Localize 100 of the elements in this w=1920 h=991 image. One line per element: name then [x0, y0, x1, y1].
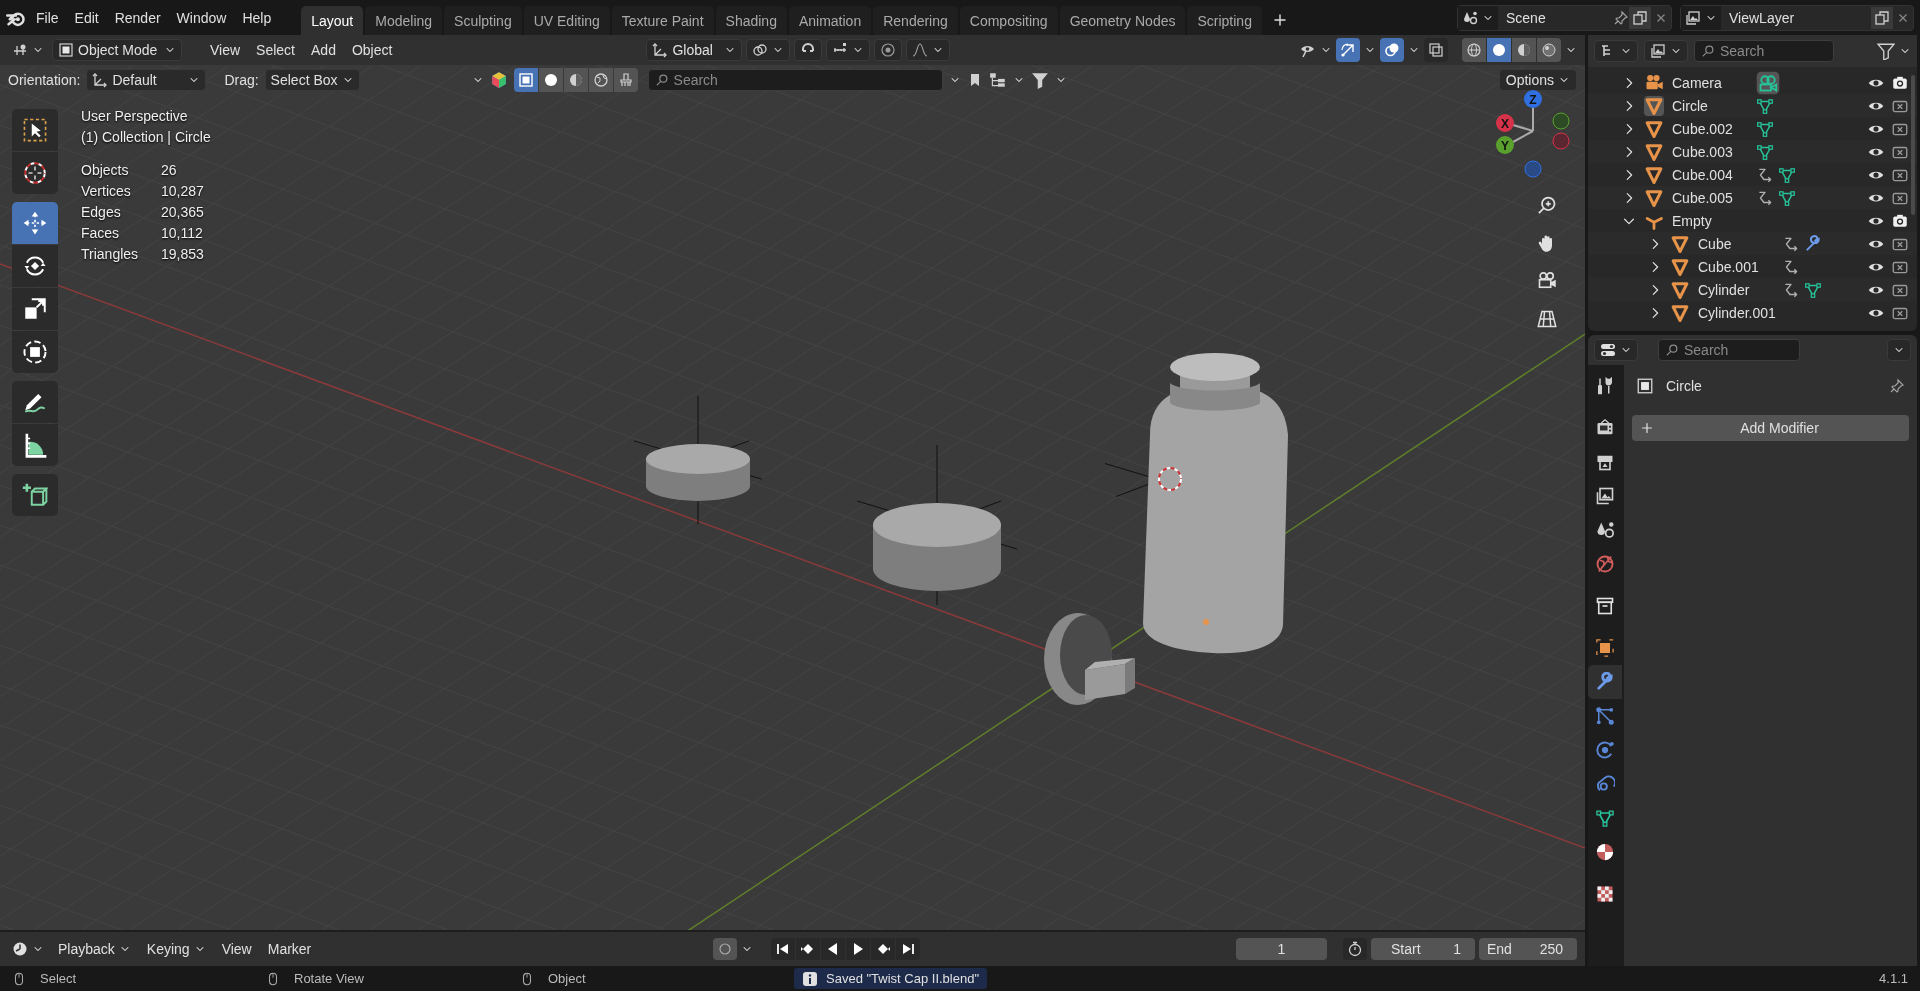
filter-dropdown[interactable]	[1644, 40, 1688, 62]
tool-button[interactable]	[12, 288, 58, 330]
gizmo-toggle[interactable]	[1336, 38, 1360, 62]
menu-item[interactable]: Object	[345, 39, 399, 61]
drag-dropdown[interactable]: Select Box	[264, 69, 360, 91]
pivot-dropdown[interactable]	[746, 39, 791, 61]
outliner-item[interactable]: Empty	[1672, 212, 1750, 229]
outliner-item[interactable]: Cylinder	[1698, 281, 1776, 298]
workspace-tab[interactable]: Layout	[301, 6, 364, 35]
outliner-item[interactable]: Camera	[1672, 74, 1750, 91]
shading-button[interactable]	[1537, 38, 1561, 62]
select-mode-button[interactable]	[563, 68, 588, 92]
jump-start-button[interactable]	[771, 938, 796, 960]
axis-handle[interactable]	[1524, 160, 1542, 178]
outliner-item[interactable]: Cylinder.001	[1698, 304, 1776, 321]
archive-box-icon	[1595, 596, 1615, 616]
filter-icon[interactable]	[1030, 71, 1049, 89]
search-field[interactable]: Search	[647, 69, 943, 91]
overlay-toggle[interactable]	[1380, 38, 1404, 62]
proportional-toggle[interactable]	[874, 39, 903, 61]
outliner-item[interactable]: Circle	[1672, 97, 1750, 114]
material-sphere-icon	[1595, 842, 1615, 862]
next-keyframe-button[interactable]	[871, 938, 896, 960]
menu-item[interactable]: View	[204, 39, 247, 61]
status-message: Saved "Twist Cap II.blend"	[794, 968, 988, 989]
falloff-dropdown[interactable]	[906, 39, 951, 61]
workspace-tab[interactable]: Animation	[788, 6, 872, 35]
tool-button[interactable]	[12, 474, 58, 516]
stopwatch-button[interactable]	[1343, 938, 1367, 960]
tool-button[interactable]	[12, 109, 58, 151]
orientation-dropdown[interactable]: Global	[646, 39, 743, 61]
workspace-tab[interactable]: UV Editing	[523, 6, 610, 35]
orientation-dropdown[interactable]: Default	[86, 69, 207, 91]
pin-icon[interactable]	[1889, 378, 1905, 394]
xray-toggle[interactable]	[1424, 38, 1448, 62]
tool-button[interactable]	[12, 381, 58, 423]
options-dropdown[interactable]: Options	[1498, 69, 1577, 91]
workspace-tab[interactable]: Shading	[715, 6, 787, 35]
axis-handle[interactable]	[1552, 132, 1570, 150]
menu-item[interactable]: Select	[250, 39, 301, 61]
snap-toggle[interactable]	[794, 39, 823, 61]
axis-button[interactable]: X	[1496, 114, 1514, 132]
shading-button[interactable]	[1487, 38, 1511, 62]
filter-button[interactable]	[1877, 42, 1911, 60]
workspace-tab[interactable]: Modeling	[365, 6, 443, 35]
select-mode-button[interactable]	[513, 68, 538, 92]
menu-item[interactable]: Render	[108, 6, 167, 29]
select-mode-button[interactable]	[613, 68, 638, 92]
end-frame-field[interactable]: End 250	[1479, 938, 1577, 960]
editor-type-button[interactable]	[1594, 339, 1638, 361]
search-field[interactable]: Search	[1658, 339, 1800, 361]
outliner-item[interactable]: Cube	[1698, 235, 1776, 252]
shading-button[interactable]	[1462, 38, 1486, 62]
menu-item[interactable]: File	[30, 6, 65, 29]
tool-button[interactable]	[12, 152, 58, 194]
menu-item[interactable]: Help	[236, 6, 278, 29]
workspace-tab[interactable]: Rendering	[873, 6, 958, 35]
workspace-tab[interactable]: Scripting	[1187, 6, 1262, 35]
menu-item[interactable]: Edit	[68, 6, 105, 29]
jump-end-button[interactable]	[896, 938, 921, 960]
outliner-item[interactable]: Cube.001	[1698, 258, 1776, 275]
axis-button[interactable]: Y	[1496, 136, 1514, 154]
menu-item[interactable]: Marker	[261, 938, 318, 960]
tool-button[interactable]	[12, 245, 58, 287]
menu-item[interactable]: Window	[170, 6, 233, 29]
tool-button[interactable]	[12, 424, 58, 466]
play-button[interactable]	[846, 938, 871, 960]
search-field[interactable]: Search	[1694, 40, 1834, 62]
workspace-tab[interactable]: Texture Paint	[611, 6, 714, 35]
select-mode-button[interactable]	[538, 68, 563, 92]
add-modifier-button[interactable]: Add Modifier	[1632, 415, 1909, 441]
menu-item[interactable]: Playback	[52, 938, 137, 960]
outliner-item[interactable]: Cube.002	[1672, 120, 1750, 137]
outliner-item[interactable]: Cube.003	[1672, 143, 1750, 160]
axis-handle[interactable]	[1552, 112, 1570, 130]
play-reverse-button[interactable]	[821, 938, 846, 960]
select-mode-button[interactable]	[588, 68, 613, 92]
colored-cube-icon[interactable]	[489, 71, 508, 89]
mode-dropdown[interactable]: Object Mode	[52, 39, 182, 61]
object-name: Circle	[1666, 378, 1703, 394]
previous-keyframe-button[interactable]	[796, 938, 821, 960]
current-frame-field[interactable]: 1	[1236, 938, 1327, 960]
workspace-tab[interactable]: Compositing	[959, 6, 1058, 35]
outliner-item[interactable]: Cube.004	[1672, 166, 1750, 183]
hierarchy-icon[interactable]	[988, 71, 1007, 89]
display-mode-dropdown[interactable]	[1594, 40, 1638, 62]
outliner-item[interactable]: Cube.005	[1672, 189, 1750, 206]
record-button[interactable]	[713, 938, 738, 960]
menu-item[interactable]: View	[215, 938, 258, 960]
shading-button[interactable]	[1512, 38, 1536, 62]
menu-item[interactable]: Keying	[140, 938, 212, 960]
workspace-tab[interactable]: Geometry Nodes	[1059, 6, 1186, 35]
snap-dropdown[interactable]	[826, 39, 871, 61]
tool-button[interactable]	[12, 331, 58, 373]
options-dropdown[interactable]	[1887, 339, 1911, 361]
plus-icon[interactable]	[1271, 12, 1288, 28]
start-frame-field[interactable]: Start 1	[1371, 938, 1475, 960]
menu-item[interactable]: Add	[305, 39, 342, 61]
axis-button[interactable]: Z	[1524, 90, 1542, 108]
workspace-tab[interactable]: Sculpting	[444, 6, 522, 35]
